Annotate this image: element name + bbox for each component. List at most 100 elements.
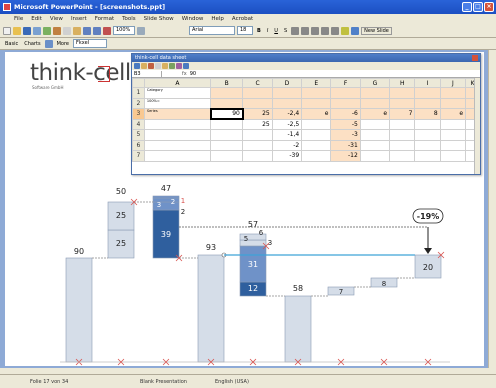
grid-cell[interactable] (330, 87, 361, 99)
basic-shapes-menu[interactable]: Basic (3, 41, 20, 47)
grid-cell[interactable] (414, 139, 441, 151)
copy-icon[interactable] (63, 26, 71, 35)
grid-cell[interactable] (301, 118, 332, 130)
more-menu[interactable]: More (55, 41, 71, 47)
align-center-icon[interactable] (301, 26, 310, 35)
grid-cell[interactable] (389, 150, 416, 162)
grid-cell[interactable] (414, 87, 441, 99)
grid-cell[interactable] (389, 87, 416, 99)
grid-corner[interactable] (132, 78, 145, 88)
grid-cell[interactable]: 7 (389, 108, 416, 120)
grid-cell[interactable]: -2,5 (271, 118, 303, 130)
row-header[interactable]: 3 (132, 108, 145, 120)
grid-cell[interactable] (143, 139, 212, 151)
grid-cell[interactable]: 25 (242, 118, 273, 130)
grid-cell[interactable] (301, 97, 332, 109)
grid-cell[interactable]: 25 (242, 108, 273, 120)
zoom-select[interactable]: 100% (113, 26, 135, 35)
grid-cell[interactable] (439, 118, 467, 130)
grid-cell[interactable]: -6 (330, 108, 361, 120)
grid-cell[interactable] (271, 97, 303, 109)
redo-icon[interactable] (93, 26, 101, 35)
cut-icon[interactable] (148, 63, 154, 69)
charts-menu[interactable]: Charts (22, 41, 42, 47)
grid-cell[interactable] (359, 139, 391, 151)
formula-input[interactable]: 90 (187, 71, 196, 77)
grid-cell[interactable] (143, 129, 212, 141)
column-header[interactable]: D (271, 78, 303, 88)
grid-cell[interactable] (414, 118, 441, 130)
menu-slide-show[interactable]: Slide Show (144, 16, 174, 22)
grid-cell[interactable] (439, 139, 467, 151)
spell-icon[interactable] (43, 26, 51, 35)
row-header[interactable]: 6 (132, 139, 145, 151)
grid-cell[interactable] (143, 118, 212, 130)
grid-cell[interactable] (242, 129, 273, 141)
grid-cell[interactable] (389, 97, 416, 109)
grid-cell[interactable] (439, 97, 467, 109)
paste-icon[interactable] (73, 26, 81, 35)
grid-cell[interactable] (439, 87, 467, 99)
column-header[interactable]: C (242, 78, 273, 88)
menu-tools[interactable]: Tools (122, 16, 136, 22)
save-icon[interactable] (134, 63, 140, 69)
column-header[interactable]: I (414, 78, 441, 88)
menu-edit[interactable]: Edit (31, 16, 42, 22)
column-header[interactable]: F (330, 78, 361, 88)
font-size-select[interactable]: 18 (237, 26, 253, 35)
grid-cell[interactable]: -1,4 (271, 129, 303, 141)
grid-cell[interactable]: 8 (414, 108, 441, 120)
maximize-button[interactable]: □ (473, 2, 483, 12)
new-slide-button[interactable]: New Slide (361, 26, 392, 35)
vertical-scrollbar[interactable] (488, 50, 496, 368)
grid-cell[interactable]: e (359, 108, 391, 120)
grid-cell[interactable]: -5 (330, 118, 361, 130)
design-icon[interactable] (351, 26, 360, 35)
grid-cell[interactable] (389, 139, 416, 151)
grid-cell[interactable] (242, 139, 273, 151)
grid-cell[interactable] (210, 150, 244, 162)
minimize-button[interactable]: _ (462, 2, 472, 12)
chart-icon[interactable] (103, 26, 111, 35)
grid-cell[interactable]: -12 (330, 150, 361, 162)
grid-cell[interactable]: Category (143, 87, 212, 99)
new-icon[interactable] (3, 26, 11, 35)
numbering-icon[interactable] (321, 26, 330, 35)
grid-cell[interactable] (414, 150, 441, 162)
shadow-icon[interactable]: S (282, 28, 289, 34)
column-header[interactable]: B (210, 78, 244, 88)
grid-cell[interactable] (210, 97, 244, 109)
grid-cell[interactable] (389, 129, 416, 141)
menu-insert[interactable]: Insert (71, 16, 87, 22)
grid-cell[interactable] (414, 97, 441, 109)
row-header[interactable]: 4 (132, 118, 145, 130)
grid-cell[interactable] (210, 87, 244, 99)
grid-cell[interactable] (242, 97, 273, 109)
cut-icon[interactable] (53, 26, 61, 35)
grid-cell[interactable] (210, 129, 244, 141)
row-header[interactable]: 2 (132, 97, 145, 109)
column-header[interactable]: A (143, 78, 212, 88)
grid-cell[interactable] (330, 97, 361, 109)
font-select[interactable]: Arial (189, 26, 235, 35)
paste-icon[interactable] (162, 63, 168, 69)
underline-icon[interactable]: U (272, 28, 280, 34)
align-left-icon[interactable] (291, 26, 300, 35)
close-button[interactable]: × (484, 2, 494, 12)
grid-cell[interactable] (210, 118, 244, 130)
grid-cell[interactable] (439, 150, 467, 162)
data-sheet-window[interactable]: think-cell data sheet B3 fx 90 ABCDEFGHI… (131, 53, 481, 175)
grid-cell[interactable] (301, 129, 332, 141)
grid-cell[interactable] (359, 118, 391, 130)
menu-help[interactable]: Help (211, 16, 224, 22)
grid-cell[interactable] (301, 139, 332, 151)
data-sheet-scrollbar[interactable] (474, 78, 480, 174)
grid-cell[interactable]: -39 (271, 150, 303, 162)
grid-cell[interactable] (359, 150, 391, 162)
grid-cell[interactable]: -3 (330, 129, 361, 141)
grid-cell[interactable] (143, 150, 212, 162)
chart-wizard-icon[interactable] (183, 63, 189, 69)
row-header[interactable]: 7 (132, 150, 145, 162)
grid-cell[interactable] (301, 150, 332, 162)
grid-cell[interactable]: -31 (330, 139, 361, 151)
